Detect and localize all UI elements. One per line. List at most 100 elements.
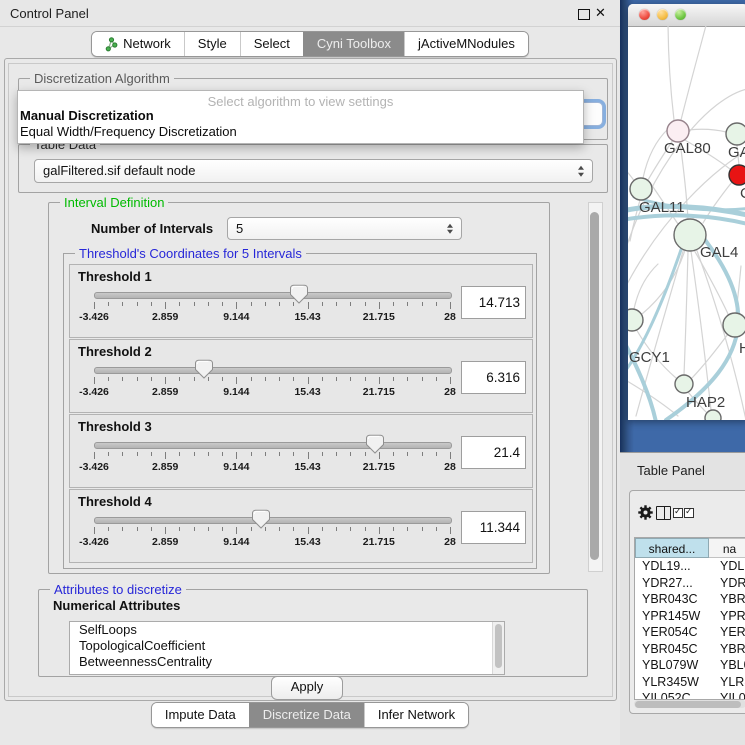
slider-thumb[interactable] xyxy=(252,509,271,529)
table-data-combobox[interactable]: galFiltered.sif default node xyxy=(34,159,593,183)
slider-thumb[interactable] xyxy=(195,359,214,379)
minimize-traffic-light-icon[interactable] xyxy=(657,9,668,20)
scrollbar-thumb[interactable] xyxy=(495,624,502,668)
apply-button[interactable]: Apply xyxy=(271,676,343,700)
zoom-traffic-light-icon[interactable] xyxy=(675,9,686,20)
slider-track xyxy=(94,517,452,524)
list-item-betweennesscentrality[interactable]: BetweennessCentrality xyxy=(70,654,504,670)
slider-tick-labels: -3.4262.8599.14415.4321.71528 xyxy=(94,536,450,548)
close-traffic-light-icon[interactable] xyxy=(639,9,650,20)
tab-infer-network[interactable]: Infer Network xyxy=(364,703,468,727)
table-panel-window: shared...na YDL19...YDL1YDR27...YDR2YBR0… xyxy=(629,490,745,714)
tab-jactivemnodules[interactable]: jActiveMNodules xyxy=(404,32,528,56)
dropdown-placeholder-item[interactable]: Select algorithm to view settings xyxy=(18,94,583,109)
slider-tick-labels: -3.4262.8599.14415.4321.71528 xyxy=(94,461,450,473)
combobox-value: 5 xyxy=(228,218,461,236)
tab-discretize-data[interactable]: Discretize Data xyxy=(249,703,364,727)
table-row[interactable]: YDL19...YDL1 xyxy=(635,558,745,575)
slider-thumb[interactable] xyxy=(290,284,309,304)
network-edge[interactable] xyxy=(681,26,708,120)
table-row[interactable]: YBR043CYBR0 xyxy=(635,591,745,608)
float-window-icon[interactable] xyxy=(578,9,590,20)
tick-label: 15.43 xyxy=(294,536,320,548)
column-header-shared-[interactable]: shared... xyxy=(635,538,709,558)
threshold-2-slider[interactable]: -3.4262.8599.14415.4321.71528 xyxy=(94,340,450,412)
network-edge[interactable] xyxy=(668,26,674,120)
split-columns-icon[interactable] xyxy=(656,506,671,520)
tab-label: Discretize Data xyxy=(263,703,351,727)
network-node-node[interactable] xyxy=(705,410,721,420)
list-scrollbar[interactable] xyxy=(492,622,504,674)
table-row[interactable]: YDR27...YDR2 xyxy=(635,575,745,592)
tab-style[interactable]: Style xyxy=(184,32,240,56)
close-icon[interactable]: ✕ xyxy=(595,5,606,21)
network-edge[interactable] xyxy=(628,334,656,420)
table-row[interactable]: YLR345WYLR3 xyxy=(635,674,745,691)
list-item-topologicalcoefficient[interactable]: TopologicalCoefficient xyxy=(70,638,504,654)
column-header-na[interactable]: na xyxy=(709,538,745,558)
tab-network[interactable]: Network xyxy=(92,32,184,56)
group-title: Attributes to discretize xyxy=(50,582,186,597)
network-edge[interactable] xyxy=(684,251,688,375)
slider-thumb[interactable] xyxy=(366,434,385,454)
network-node-c[interactable] xyxy=(729,165,745,185)
control-panel-titlebar: Control Panel ✕ xyxy=(0,0,620,27)
threshold-4-slider[interactable]: -3.4262.8599.14415.4321.71528 xyxy=(94,490,450,562)
tick-label: 21.715 xyxy=(363,311,395,323)
network-node-ga[interactable] xyxy=(726,123,745,145)
table-row[interactable]: YPR145WYPR1 xyxy=(635,608,745,625)
numerical-attributes-list[interactable]: SelfLoopsTopologicalCoefficientBetweenne… xyxy=(69,621,505,675)
table-row[interactable]: YER054CYER0 xyxy=(635,624,745,641)
tab-cyni-toolbox[interactable]: Cyni Toolbox xyxy=(303,32,404,56)
list-item-selfloops[interactable]: SelfLoops xyxy=(70,622,504,638)
cell-name: YER0 xyxy=(714,624,745,641)
network-node-h[interactable] xyxy=(723,313,745,337)
table-data-group: Table Data galFiltered.sif default node xyxy=(18,144,608,193)
threshold-1-slider[interactable]: -3.4262.8599.14415.4321.71528 xyxy=(94,265,450,337)
network-canvas[interactable]: GAL80GACGAL11GAL4GCY1HHAP2 xyxy=(628,26,745,420)
tab-select[interactable]: Select xyxy=(240,32,303,56)
dropdown-item-manual-discretization[interactable]: Manual Discretization xyxy=(20,108,154,123)
network-node-hap2[interactable] xyxy=(675,375,693,393)
network-node-label-gcy1: GCY1 xyxy=(629,349,670,366)
node-table: shared...na YDL19...YDL1YDR27...YDR2YBR0… xyxy=(634,537,745,700)
scrollbar-thumb[interactable] xyxy=(635,701,741,708)
network-node-label-h: H xyxy=(739,340,745,357)
threshold-4-value-field[interactable]: 11.344 xyxy=(461,511,526,544)
slider-track xyxy=(94,442,452,449)
threshold-2-value-field[interactable]: 6.316 xyxy=(461,361,526,394)
tab-impute-data[interactable]: Impute Data xyxy=(152,703,249,727)
horizontal-scrollbar[interactable] xyxy=(634,700,745,708)
gear-icon[interactable] xyxy=(637,504,654,521)
threshold-3-value-field[interactable]: 21.4 xyxy=(461,436,526,469)
network-node-gal80[interactable] xyxy=(667,120,689,142)
table-row[interactable]: YBL079WYBL0 xyxy=(635,657,745,674)
network-edge[interactable] xyxy=(692,334,728,378)
scrollbar-thumb[interactable] xyxy=(590,212,599,560)
network-node-gcy1[interactable] xyxy=(628,309,643,331)
threshold-4-box: Threshold 4-3.4262.8599.14415.4321.71528… xyxy=(69,489,533,563)
slider-track xyxy=(94,367,452,374)
vertical-scrollbar[interactable] xyxy=(588,202,603,572)
app-root: Control Panel ✕ NetworkStyleSelectCyni T… xyxy=(0,0,745,745)
threshold-list: Threshold 1-3.4262.8599.14415.4321.71528… xyxy=(64,254,536,568)
threshold-2-box: Threshold 2-3.4262.8599.14415.4321.71528… xyxy=(69,339,533,413)
checkbox-icon[interactable] xyxy=(684,508,694,518)
network-node-gal11[interactable] xyxy=(630,178,652,200)
algorithm-dropdown-popup: Select algorithm to view settings Manual… xyxy=(17,90,584,144)
cell-shared-name: YDL19... xyxy=(635,558,714,575)
threshold-3-box: Threshold 3-3.4262.8599.14415.4321.71528… xyxy=(69,414,533,488)
checkbox-icon[interactable] xyxy=(673,508,683,518)
threshold-1-value-field[interactable]: 14.713 xyxy=(461,286,526,319)
table-panel-title: Table Panel xyxy=(637,463,705,478)
panel-title: Control Panel xyxy=(10,6,89,21)
attributes-group: Attributes to discretize Numerical Attri… xyxy=(38,589,588,677)
table-row[interactable]: YBR045CYBR0 xyxy=(635,641,745,658)
threshold-3-slider[interactable]: -3.4262.8599.14415.4321.71528 xyxy=(94,415,450,487)
slider-ticks xyxy=(94,302,450,311)
cyni-toolbox-panel: Discretization Algorithm Select algorith… xyxy=(4,58,617,701)
tick-label: -3.426 xyxy=(79,461,109,473)
table-row[interactable]: YIL052CYIL0 xyxy=(635,690,745,700)
number-of-intervals-combobox[interactable]: 5 xyxy=(227,217,462,240)
dropdown-item-equal-width-frequency-discretization[interactable]: Equal Width/Frequency Discretization xyxy=(20,124,237,139)
